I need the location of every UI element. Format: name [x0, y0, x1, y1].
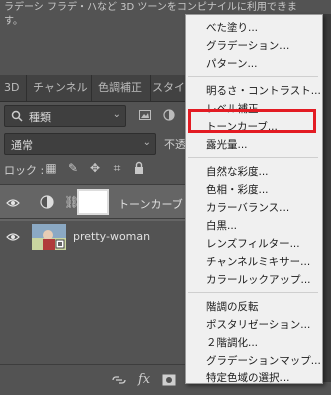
menu-item-gradient[interactable]: グラデーション... [206, 38, 289, 53]
description-line-2: す。 [4, 16, 23, 27]
description-line-1: ラデーシ フラデ・ハなど 3D ツーンをコンピナイルに利用できま [4, 2, 297, 13]
menu-item-gradient-map[interactable]: グラデーションマップ... [206, 353, 321, 368]
tab-adjustments[interactable]: 色調補正 [92, 75, 151, 101]
link-layers-icon[interactable] [112, 374, 126, 386]
menu-item-invert[interactable]: 階調の反転 [206, 299, 259, 314]
panel-scrollbar[interactable] [322, 14, 331, 382]
menu-item-posterize[interactable]: ポスタリゼーション... [206, 317, 310, 332]
chevron-down-icon: ⌄ [112, 109, 121, 120]
layer-mask-thumbnail[interactable] [77, 189, 109, 215]
menu-separator [188, 76, 318, 77]
add-mask-icon[interactable] [162, 374, 176, 386]
adjustment-filter-icon[interactable] [163, 109, 175, 121]
filter-kind-select[interactable]: 種類 ⌄ [4, 105, 126, 127]
image-filter-icon[interactable] [139, 109, 151, 121]
menu-item-threshold[interactable]: ２階調化... [206, 335, 258, 350]
menu-item-brightness-contrast[interactable]: 明るさ・コントラスト... [206, 83, 321, 98]
chevron-down-icon: ⌄ [142, 137, 151, 148]
menu-item-photo-filter[interactable]: レンズフィルター... [206, 236, 300, 251]
menu-item-color-balance[interactable]: カラーバランス... [206, 200, 289, 215]
blend-mode-value: 通常 [11, 139, 33, 152]
adjustment-layer-icon [40, 195, 54, 209]
photo-thumbnail [32, 224, 66, 250]
blend-mode-select[interactable]: 通常 ⌄ [4, 133, 156, 155]
lock-all-icon[interactable] [132, 161, 146, 175]
menu-item-pattern[interactable]: パターン... [206, 56, 258, 71]
lock-paint-icon[interactable]: ✎ [66, 161, 80, 175]
adjustment-layer-menu: べた塗り... グラデーション... パターン... 明るさ・コントラスト...… [185, 14, 323, 384]
menu-item-vibrance[interactable]: 自然な彩度... [206, 164, 269, 179]
menu-item-color-lookup[interactable]: カラールックアップ... [206, 272, 311, 287]
lock-label: ロック : [4, 164, 45, 177]
filter-kind-label: 種類 [29, 111, 51, 124]
menu-item-selective-color[interactable]: 特定色域の選択... [206, 370, 290, 385]
search-icon [11, 110, 23, 122]
add-layer-style-button[interactable]: fx [138, 372, 150, 387]
menu-item-channel-mixer[interactable]: チャンネルミキサー... [206, 254, 310, 269]
tab-channels[interactable]: チャンネル [27, 75, 92, 101]
tab-3d[interactable]: 3D [0, 75, 27, 101]
layer-name[interactable]: pretty-woman [73, 230, 150, 243]
visibility-eye-icon[interactable] [6, 196, 20, 210]
lock-artboard-icon[interactable]: ⌗ [110, 161, 124, 175]
menu-item-hue-saturation[interactable]: 色相・彩度... [206, 182, 269, 197]
menu-separator [188, 292, 318, 293]
menu-item-solid-color[interactable]: べた塗り... [206, 20, 258, 35]
menu-separator [188, 157, 318, 158]
layer-name[interactable]: トーンカーブ 1 [118, 196, 193, 212]
opacity-label: 不透 [164, 138, 186, 151]
lock-transparent-icon[interactable]: ▦ [44, 161, 58, 175]
menu-item-exposure[interactable]: 露光量... [206, 137, 248, 152]
menu-item-black-white[interactable]: 白黒... [206, 218, 237, 233]
lock-move-icon[interactable]: ✥ [88, 161, 102, 175]
curves-highlight-box [188, 109, 316, 133]
visibility-eye-icon[interactable] [6, 230, 20, 244]
